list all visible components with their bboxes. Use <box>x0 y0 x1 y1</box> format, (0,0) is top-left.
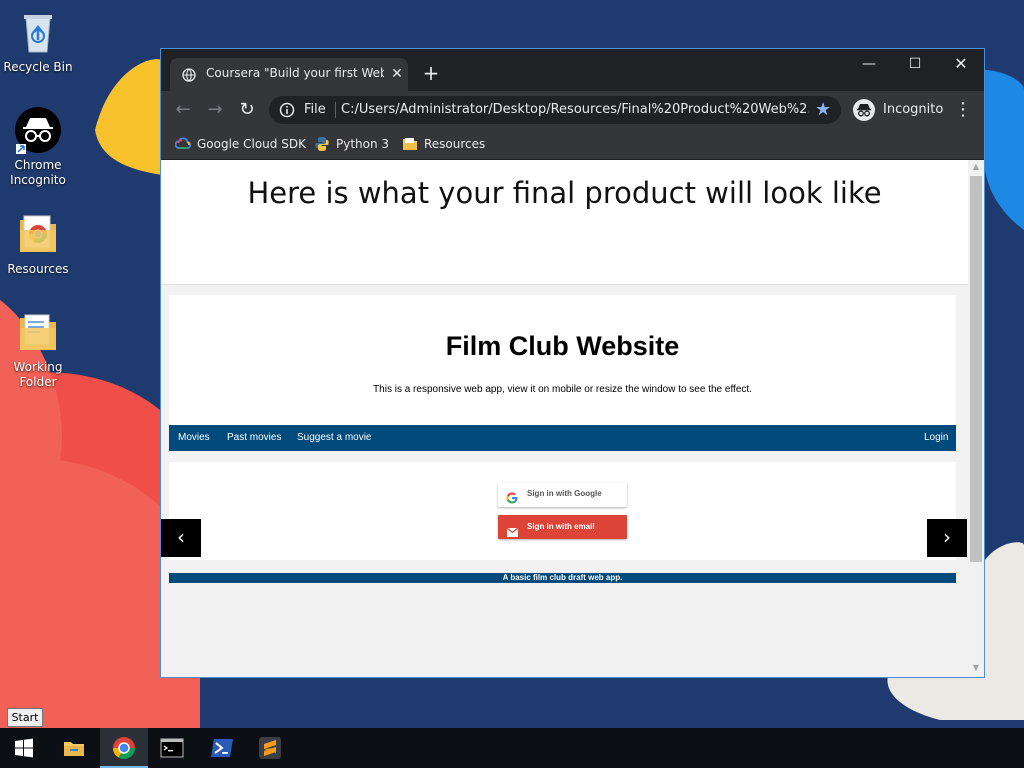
folder-chrome-icon <box>14 210 62 258</box>
bookmark-google-cloud-sdk[interactable]: Google Cloud SDK <box>174 135 306 153</box>
signin-panel: Sign in with Google Sign in with email <box>169 462 956 560</box>
desktop-icon-label: Recycle Bin <box>3 60 73 74</box>
tab-close-icon[interactable]: ✕ <box>388 65 406 83</box>
start-button[interactable] <box>0 728 48 768</box>
google-cloud-icon <box>174 136 192 152</box>
profile-label: Incognito <box>883 102 944 117</box>
folder-icon <box>402 136 418 152</box>
site-nav: Movies Past movies Suggest a movie Login <box>169 425 956 451</box>
bookmark-star-icon[interactable]: ★ <box>815 99 831 121</box>
scrollbar-thumb[interactable] <box>970 176 982 562</box>
recycle-bin-icon <box>14 8 62 56</box>
address-scheme: File <box>304 102 326 117</box>
site-footer: A basic film club draft web app. <box>169 573 956 583</box>
taskbar-chrome[interactable] <box>100 728 148 768</box>
close-window-button[interactable]: ✕ <box>938 49 984 79</box>
email-signin-label: Sign in with email <box>527 522 595 531</box>
chrome-icon <box>113 737 135 759</box>
address-bar[interactable]: File C:/Users/Administrator/Desktop/Reso… <box>269 96 841 124</box>
address-separator <box>335 102 336 118</box>
google-signin-label: Sign in with Google <box>527 489 602 498</box>
browser-tab[interactable]: Coursera "Build your first Web App" ✕ <box>170 58 408 91</box>
globe-icon <box>182 67 196 82</box>
bookmark-python-3[interactable]: Python 3 <box>314 135 389 153</box>
intro-section: Here is what your final product will loo… <box>161 160 968 285</box>
bookmark-label: Python 3 <box>336 137 390 151</box>
carousel-next-button[interactable]: › <box>927 519 967 557</box>
desktop-icon-label: Working Folder <box>13 360 63 389</box>
info-icon[interactable] <box>279 102 295 118</box>
email-signin-button[interactable]: Sign in with email <box>498 515 627 539</box>
nav-link-login[interactable]: Login <box>924 432 948 443</box>
desktop-icon-chrome-incognito[interactable]: Chrome Incognito <box>0 106 76 188</box>
carousel-prev-button[interactable]: ‹ <box>161 519 201 557</box>
desktop-icon-label: Chrome Incognito <box>10 158 66 187</box>
bookmark-label: Google Cloud SDK <box>197 137 306 151</box>
nav-link-movies[interactable]: Movies <box>178 432 210 443</box>
back-button[interactable]: ← <box>171 98 195 122</box>
file-explorer-icon <box>64 742 84 756</box>
desktop-icon-resources[interactable]: Resources <box>0 210 76 277</box>
python-icon <box>314 136 330 152</box>
taskbar <box>0 728 1024 768</box>
taskbar-sublime-text[interactable] <box>246 728 294 768</box>
scroll-up-icon[interactable]: ▲ <box>968 160 984 174</box>
desktop-icon-recycle-bin[interactable]: Recycle Bin <box>0 8 76 75</box>
site-header: Film Club Website This is a responsive w… <box>169 295 956 425</box>
new-tab-button[interactable]: + <box>419 62 443 86</box>
start-tooltip: Start <box>7 708 43 727</box>
taskbar-file-explorer[interactable] <box>50 728 98 768</box>
folder-icon <box>14 308 62 356</box>
tab-title: Coursera "Build your first Web App" <box>206 66 384 80</box>
minimize-button[interactable]: — <box>846 49 892 79</box>
maximize-button[interactable]: ☐ <box>892 49 938 79</box>
site-title: Film Club Website <box>445 331 680 361</box>
incognito-profile-button[interactable]: Incognito <box>851 96 945 124</box>
browser-window: Coursera "Build your first Web App" ✕ + … <box>160 48 985 678</box>
desktop-icon-working-folder[interactable]: Working Folder <box>0 308 76 390</box>
title-bar: Coursera "Build your first Web App" ✕ + … <box>161 49 984 91</box>
sublime-text-icon <box>259 737 281 759</box>
start-icon <box>15 738 33 758</box>
page-viewport: Here is what your final product will loo… <box>161 160 984 677</box>
address-url: C:/Users/Administrator/Desktop/Resources… <box>341 102 809 117</box>
page-scrollbar[interactable]: ▲ ▼ <box>968 160 984 677</box>
taskbar-command-prompt[interactable] <box>148 728 196 768</box>
command-prompt-icon <box>160 738 184 758</box>
page-headline: Here is what your final product will loo… <box>247 176 882 210</box>
chrome-incognito-icon <box>14 106 62 154</box>
bookmark-resources[interactable]: Resources <box>402 135 485 153</box>
bookmarks-bar: Google Cloud SDK Python 3 Resources <box>161 129 984 159</box>
google-signin-button[interactable]: Sign in with Google <box>498 483 627 507</box>
site-subtitle: This is a responsive web app, view it on… <box>373 384 752 395</box>
scroll-down-icon[interactable]: ▼ <box>968 661 984 675</box>
google-logo-icon <box>506 489 518 504</box>
powershell-icon <box>211 739 233 757</box>
nav-link-suggest-movie[interactable]: Suggest a movie <box>297 432 372 443</box>
taskbar-powershell[interactable] <box>198 728 246 768</box>
reload-button[interactable]: ↻ <box>235 98 259 122</box>
nav-link-past-movies[interactable]: Past movies <box>227 432 281 443</box>
incognito-icon <box>853 99 875 121</box>
browser-menu-icon[interactable]: ⋮ <box>953 98 973 122</box>
desktop-icon-label: Resources <box>7 262 69 276</box>
forward-button[interactable]: → <box>203 98 227 122</box>
browser-toolbar: ← → ↻ File C:/Users/Administrator/Deskto… <box>161 91 984 129</box>
mail-icon <box>506 522 519 537</box>
bookmark-label: Resources <box>424 137 486 151</box>
